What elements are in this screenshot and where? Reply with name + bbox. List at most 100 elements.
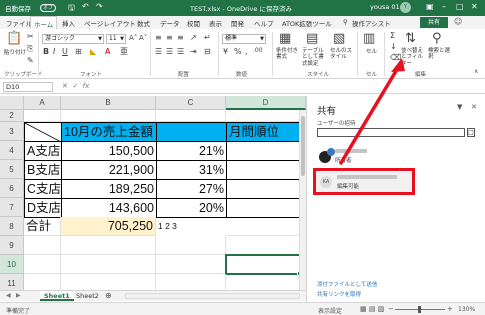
cell-ratio[interactable]: 31% (156, 160, 227, 180)
cell-styles-label[interactable]: セルのスタイル (330, 48, 354, 61)
format-table-icon[interactable]: ▤ (306, 32, 318, 45)
cell-c10[interactable] (156, 255, 226, 274)
cell-rank[interactable] (226, 179, 306, 199)
function-icon[interactable]: fx (83, 82, 90, 90)
cancel-icon[interactable]: ✕ (62, 82, 68, 90)
invite-input[interactable] (317, 128, 465, 137)
collapse-ribbon-icon[interactable]: ∧ (474, 69, 478, 75)
cell-b9[interactable] (61, 236, 156, 255)
horizontal-scrollbar[interactable] (125, 293, 300, 299)
cell-c2[interactable] (156, 110, 226, 122)
cell-a11[interactable] (24, 274, 61, 290)
page-break-view-icon[interactable]: ▧ (378, 305, 385, 313)
close-icon[interactable]: ✕ (471, 2, 478, 11)
align-bottom-icon[interactable]: ≡ (177, 34, 184, 42)
cell-sales[interactable]: 150,500 (61, 141, 157, 161)
row-header-3[interactable]: 3 (0, 122, 24, 141)
display-settings[interactable]: 表示設定 (318, 306, 342, 315)
row-header-8[interactable]: 8 (0, 217, 24, 236)
tab-data[interactable]: データ (160, 18, 180, 28)
cell-ratio[interactable]: 21% (156, 141, 227, 161)
select-all-corner[interactable] (0, 96, 24, 110)
row-header-2[interactable]: 2 (0, 110, 24, 122)
align-top-icon[interactable]: ≡ (155, 34, 162, 42)
get-share-link[interactable]: 共有リンクを取得 (317, 290, 361, 298)
zoom-level[interactable]: 130% (458, 306, 475, 313)
tab-home[interactable]: ホーム (30, 16, 58, 29)
align-left-icon[interactable]: ☰ (155, 48, 162, 56)
clear-icon[interactable]: ⌫ (390, 54, 401, 62)
tab-page-layout[interactable]: ページレイアウト (84, 18, 136, 28)
find-select-label[interactable]: 検索と選択 (428, 48, 452, 61)
row-header-5[interactable]: 5 (0, 160, 24, 179)
cell-d3-header[interactable]: 月間順位 (226, 122, 306, 142)
copy-icon[interactable]: ⎘ (27, 45, 33, 53)
wrap-text-icon[interactable]: ↵ (204, 34, 211, 42)
row-header-6[interactable]: 6 (0, 179, 24, 198)
zoom-in-icon[interactable]: + (447, 305, 453, 313)
cell-ratio[interactable]: 20% (156, 198, 227, 218)
cell-a9[interactable] (24, 236, 61, 255)
zoom-slider-knob[interactable] (418, 306, 421, 313)
maximize-icon[interactable]: □ (456, 2, 464, 11)
grow-font-icon[interactable]: A˄ (129, 35, 137, 42)
address-book-icon[interactable]: □ (467, 128, 475, 137)
cell-c11[interactable] (156, 274, 226, 290)
user-avatar[interactable]: Y (400, 2, 411, 13)
sort-filter-label[interactable]: 並べ替えとフィルター (401, 48, 425, 67)
format-table-label[interactable]: テーブルとして書式設定 (302, 48, 328, 67)
normal-view-icon[interactable]: ▦ (360, 305, 367, 313)
pane-options-icon[interactable]: ▼ (457, 103, 462, 111)
tab-formulas[interactable]: 数式 (137, 18, 150, 28)
paste-icon[interactable]: 📋 (6, 32, 22, 45)
cell-branch[interactable]: D支店 (24, 198, 62, 218)
cell-a10[interactable] (24, 255, 61, 274)
share-button[interactable]: 共有 (420, 17, 448, 28)
feedback-icon[interactable]: ☺ (454, 17, 462, 26)
shrink-font-icon[interactable]: A˅ (139, 35, 147, 42)
send-as-attachment-link[interactable]: 添付ファイルとして送信 (317, 280, 377, 288)
cells-icon[interactable]: ▥ (363, 32, 375, 45)
sheet-tab-sheet2[interactable]: Sheet2 (72, 291, 103, 301)
cell-ratio[interactable]: 27% (156, 179, 227, 199)
font-size-select[interactable]: 11 ▼ (106, 34, 126, 44)
sheet-prev-icon[interactable]: ◀ (6, 291, 11, 301)
cell-sales[interactable]: 189,250 (61, 179, 157, 199)
phonetic-icon[interactable]: 亜 (120, 48, 128, 56)
sheet-next-icon[interactable]: ▶ (16, 291, 21, 301)
sort-filter-icon[interactable]: ⇅ (405, 32, 416, 45)
decimal-icon[interactable]: .00 (253, 48, 263, 54)
row-header-9[interactable]: 9 (0, 236, 24, 255)
tab-insert[interactable]: 挿入 (62, 18, 75, 28)
cell-total-label[interactable]: 合計 (24, 217, 61, 236)
cell-c9[interactable] (156, 236, 226, 255)
cell-b3-header[interactable]: 10月の売上金額 (61, 122, 157, 142)
currency-icon[interactable]: ¥ (223, 48, 228, 56)
font-name-select[interactable]: 游ゴシック ▼ (42, 34, 104, 44)
cell-d2[interactable] (226, 110, 306, 122)
tab-review[interactable]: 校閲 (187, 18, 200, 28)
row-header-7[interactable]: 7 (0, 198, 24, 217)
tab-view[interactable]: 表示 (209, 18, 222, 28)
indent-icon[interactable]: ⇥ (190, 48, 197, 56)
cell-sales[interactable]: 143,600 (61, 198, 157, 218)
cell-rank[interactable] (226, 198, 306, 218)
undo-icon[interactable]: ↶ (82, 2, 89, 11)
cell-branch[interactable]: A支店 (24, 141, 62, 161)
borders-icon[interactable]: ⊞ (75, 48, 82, 56)
row-header-10[interactable]: 10 (0, 255, 24, 274)
column-header-b[interactable]: B (61, 96, 156, 110)
cell-rank[interactable] (226, 141, 306, 161)
zoom-out-icon[interactable]: − (388, 305, 394, 313)
cell-rank[interactable] (226, 160, 306, 180)
pane-close-icon[interactable]: ✕ (471, 103, 477, 111)
cell-c3-header[interactable] (156, 122, 227, 142)
save-icon[interactable]: 🖫 (68, 2, 75, 16)
cell-sales[interactable]: 221,900 (61, 160, 157, 180)
number-format-select[interactable]: 標準 ▼ (222, 34, 266, 44)
align-middle-icon[interactable]: ≡ (166, 34, 173, 42)
cell-d9[interactable] (226, 236, 306, 255)
spreadsheet-grid[interactable]: A B C D 2 3 4 5 6 7 8 9 10 11 10月の売上金額 月… (0, 96, 306, 290)
cells-label[interactable]: セル (366, 49, 377, 55)
minimize-icon[interactable]: – (442, 2, 446, 11)
